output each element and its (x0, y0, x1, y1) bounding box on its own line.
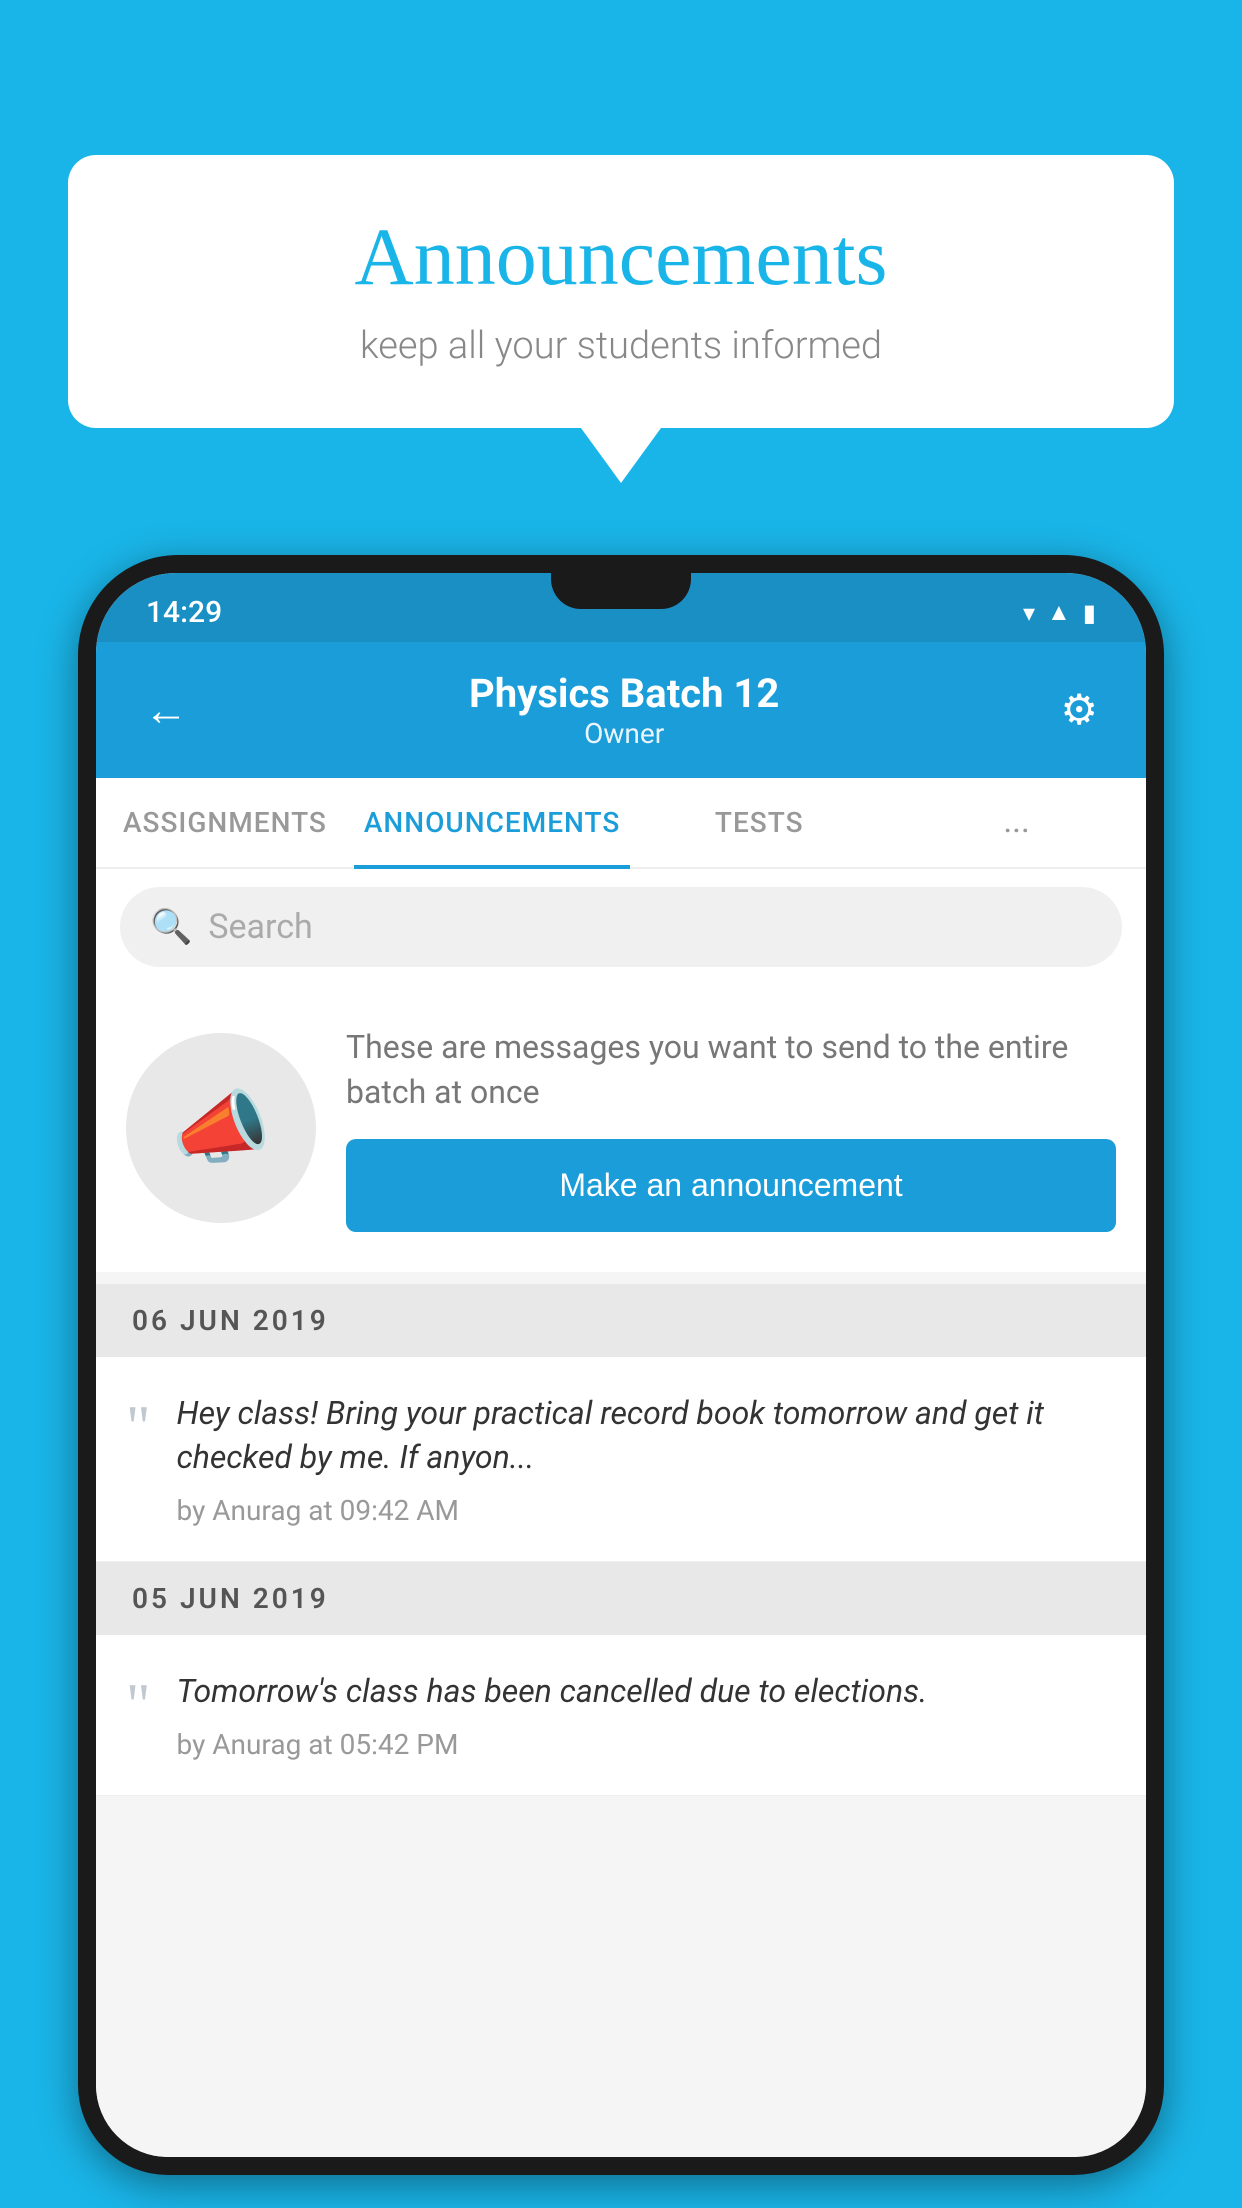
speech-bubble-tail (581, 428, 661, 483)
announcement-meta-2: by Anurag at 05:42 PM (177, 1728, 1117, 1761)
tab-more[interactable]: ... (888, 778, 1146, 867)
search-placeholder: Search (208, 907, 312, 947)
promo-right: These are messages you want to send to t… (346, 1025, 1116, 1232)
announcement-content-2: Tomorrow's class has been cancelled due … (177, 1669, 1117, 1761)
content-area: 🔍 Search 📣 These are messages you want t… (96, 869, 1146, 2157)
announcement-promo: 📣 These are messages you want to send to… (96, 985, 1146, 1272)
announcement-item-2[interactable]: " Tomorrow's class has been cancelled du… (96, 1635, 1146, 1796)
signal-icon: ▲ (1047, 598, 1071, 627)
megaphone-icon: 📣 (171, 1081, 271, 1175)
wifi-icon: ▾ (1023, 599, 1035, 627)
announcement-text-2: Tomorrow's class has been cancelled due … (177, 1669, 1117, 1714)
speech-bubble-container: Announcements keep all your students inf… (68, 155, 1174, 483)
tab-announcements[interactable]: ANNOUNCEMENTS (354, 778, 630, 867)
status-time: 14:29 (146, 595, 222, 630)
search-icon: 🔍 (150, 907, 192, 947)
phone-notch (551, 573, 691, 609)
gear-icon[interactable]: ⚙ (1052, 677, 1106, 743)
announcement-item-1[interactable]: " Hey class! Bring your practical record… (96, 1357, 1146, 1563)
status-icons: ▾ ▲ ▮ (1023, 598, 1096, 627)
search-bar[interactable]: 🔍 Search (120, 887, 1122, 967)
app-bar-subtitle: Owner (196, 717, 1052, 750)
search-bar-container: 🔍 Search (96, 869, 1146, 985)
quote-icon-1: " (126, 1397, 151, 1457)
promo-description: These are messages you want to send to t… (346, 1025, 1116, 1115)
app-bar: ← Physics Batch 12 Owner ⚙ (96, 642, 1146, 778)
date-section-1: 06 JUN 2019 (96, 1284, 1146, 1357)
quote-icon-2: " (126, 1675, 151, 1735)
battery-icon: ▮ (1083, 599, 1096, 627)
speech-bubble-title: Announcements (128, 210, 1114, 304)
tab-assignments[interactable]: ASSIGNMENTS (96, 778, 354, 867)
announcement-content-1: Hey class! Bring your practical record b… (177, 1391, 1117, 1528)
phone-container: 14:29 ▾ ▲ ▮ ← Physics Batch 12 Owner ⚙ A… (78, 555, 1164, 2208)
app-bar-title: Physics Batch 12 (196, 670, 1052, 717)
announcement-text-1: Hey class! Bring your practical record b… (177, 1391, 1117, 1481)
phone-screen: 14:29 ▾ ▲ ▮ ← Physics Batch 12 Owner ⚙ A… (96, 573, 1146, 2157)
announcement-meta-1: by Anurag at 09:42 AM (177, 1494, 1117, 1527)
promo-icon-circle: 📣 (126, 1033, 316, 1223)
back-button[interactable]: ← (136, 676, 196, 744)
date-section-2: 05 JUN 2019 (96, 1562, 1146, 1635)
speech-bubble: Announcements keep all your students inf… (68, 155, 1174, 428)
tab-tests[interactable]: TESTS (630, 778, 888, 867)
speech-bubble-subtitle: keep all your students informed (128, 324, 1114, 368)
make-announcement-button[interactable]: Make an announcement (346, 1139, 1116, 1232)
tabs: ASSIGNMENTS ANNOUNCEMENTS TESTS ... (96, 778, 1146, 869)
phone-outer: 14:29 ▾ ▲ ▮ ← Physics Batch 12 Owner ⚙ A… (78, 555, 1164, 2175)
app-bar-center: Physics Batch 12 Owner (196, 670, 1052, 750)
